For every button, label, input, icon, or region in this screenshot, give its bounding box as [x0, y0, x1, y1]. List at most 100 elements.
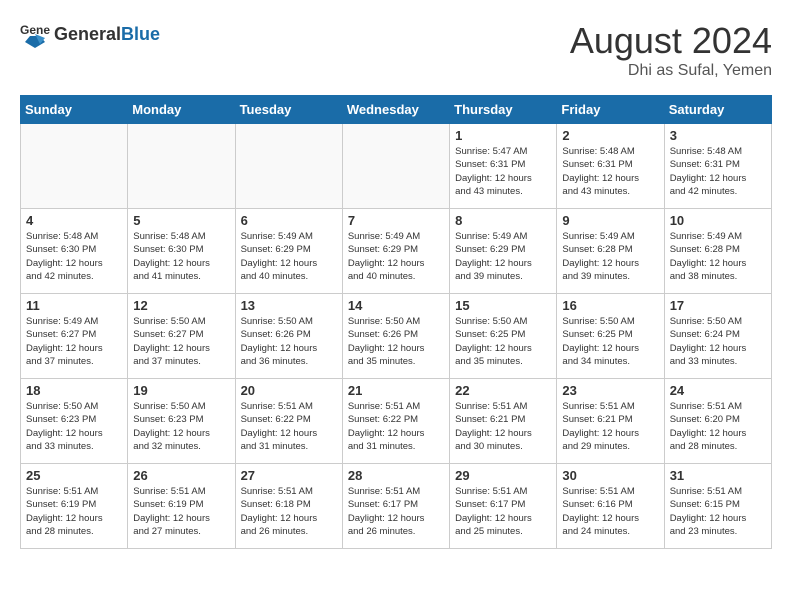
day-info: Sunrise: 5:49 AM Sunset: 6:27 PM Dayligh… — [26, 315, 122, 368]
calendar-cell: 8Sunrise: 5:49 AM Sunset: 6:29 PM Daylig… — [450, 209, 557, 294]
day-info: Sunrise: 5:51 AM Sunset: 6:17 PM Dayligh… — [348, 485, 444, 538]
week-row-3: 11 Sunrise: 5:49 AM Sunset: 6:27 PM Dayli… — [21, 294, 772, 379]
week-row-5: 25 Sunrise: 5:51 AM Sunset: 6:19 PM Dayli… — [21, 464, 772, 549]
month-year: August 2024 — [570, 20, 772, 62]
day-number: 3 — [670, 128, 766, 143]
day-number: 13 — [241, 298, 337, 313]
calendar-cell: 24 Sunrise: 5:51 AM Sunset: 6:20 PM Dayli… — [664, 379, 771, 464]
day-number: 6 — [241, 213, 337, 228]
day-number: 8 — [455, 213, 551, 228]
day-info: Sunrise: 5:48 AM Sunset: 6:30 PM Dayligh… — [26, 230, 122, 283]
calendar-cell: 15Sunrise: 5:50 AM Sunset: 6:25 PM Dayli… — [450, 294, 557, 379]
day-info: Sunrise: 5:51 AM Sunset: 6:19 PM Dayligh… — [133, 485, 229, 538]
day-number: 23 — [562, 383, 658, 398]
day-number: 26 — [133, 468, 229, 483]
calendar-cell — [128, 124, 235, 209]
day-info: Sunrise: 5:50 AM Sunset: 6:23 PM Dayligh… — [26, 400, 122, 453]
calendar-cell: 6 Sunrise: 5:49 AM Sunset: 6:29 PM Daylig… — [235, 209, 342, 294]
calendar-cell: 3Sunrise: 5:48 AM Sunset: 6:31 PM Daylig… — [664, 124, 771, 209]
day-info: Sunrise: 5:51 AM Sunset: 6:21 PM Dayligh… — [455, 400, 551, 453]
calendar-cell: 13Sunrise: 5:50 AM Sunset: 6:26 PM Dayli… — [235, 294, 342, 379]
calendar-header-row: SundayMondayTuesdayWednesdayThursdayFrid… — [21, 96, 772, 124]
week-row-2: 4 Sunrise: 5:48 AM Sunset: 6:30 PM Daylig… — [21, 209, 772, 294]
calendar-cell: 1 Sunrise: 5:47 AM Sunset: 6:31 PM Daylig… — [450, 124, 557, 209]
day-number: 18 — [26, 383, 122, 398]
day-number: 30 — [562, 468, 658, 483]
calendar-cell: 21 Sunrise: 5:51 AM Sunset: 6:22 PM Dayli… — [342, 379, 449, 464]
day-header-friday: Friday — [557, 96, 664, 124]
day-info: Sunrise: 5:48 AM Sunset: 6:31 PM Dayligh… — [562, 145, 658, 198]
logo-icon: General — [20, 20, 50, 48]
svg-text:General: General — [20, 23, 50, 37]
calendar-cell: 20 Sunrise: 5:51 AM Sunset: 6:22 PM Dayli… — [235, 379, 342, 464]
day-info: Sunrise: 5:50 AM Sunset: 6:25 PM Dayligh… — [562, 315, 658, 368]
day-number: 21 — [348, 383, 444, 398]
day-number: 10 — [670, 213, 766, 228]
day-number: 22 — [455, 383, 551, 398]
day-number: 7 — [348, 213, 444, 228]
day-info: Sunrise: 5:51 AM Sunset: 6:20 PM Dayligh… — [670, 400, 766, 453]
day-info: Sunrise: 5:50 AM Sunset: 6:25 PM Dayligh… — [455, 315, 551, 368]
calendar-cell: 9 Sunrise: 5:49 AM Sunset: 6:28 PM Daylig… — [557, 209, 664, 294]
logo-text: GeneralBlue — [54, 24, 160, 45]
day-number: 4 — [26, 213, 122, 228]
day-number: 24 — [670, 383, 766, 398]
calendar-cell: 16Sunrise: 5:50 AM Sunset: 6:25 PM Dayli… — [557, 294, 664, 379]
week-row-4: 18 Sunrise: 5:50 AM Sunset: 6:23 PM Dayli… — [21, 379, 772, 464]
calendar-cell: 26 Sunrise: 5:51 AM Sunset: 6:19 PM Dayli… — [128, 464, 235, 549]
calendar-cell: 23 Sunrise: 5:51 AM Sunset: 6:21 PM Dayli… — [557, 379, 664, 464]
day-info: Sunrise: 5:50 AM Sunset: 6:26 PM Dayligh… — [348, 315, 444, 368]
calendar-cell: 28 Sunrise: 5:51 AM Sunset: 6:17 PM Dayli… — [342, 464, 449, 549]
day-info: Sunrise: 5:51 AM Sunset: 6:15 PM Dayligh… — [670, 485, 766, 538]
day-info: Sunrise: 5:49 AM Sunset: 6:29 PM Dayligh… — [348, 230, 444, 283]
day-number: 25 — [26, 468, 122, 483]
day-number: 20 — [241, 383, 337, 398]
calendar-cell: 31Sunrise: 5:51 AM Sunset: 6:15 PM Dayli… — [664, 464, 771, 549]
day-info: Sunrise: 5:51 AM Sunset: 6:19 PM Dayligh… — [26, 485, 122, 538]
calendar-cell: 11 Sunrise: 5:49 AM Sunset: 6:27 PM Dayli… — [21, 294, 128, 379]
calendar-cell: 5 Sunrise: 5:48 AM Sunset: 6:30 PM Daylig… — [128, 209, 235, 294]
calendar-cell — [342, 124, 449, 209]
day-number: 11 — [26, 298, 122, 313]
day-info: Sunrise: 5:51 AM Sunset: 6:21 PM Dayligh… — [562, 400, 658, 453]
day-info: Sunrise: 5:51 AM Sunset: 6:17 PM Dayligh… — [455, 485, 551, 538]
day-info: Sunrise: 5:47 AM Sunset: 6:31 PM Dayligh… — [455, 145, 551, 198]
day-number: 19 — [133, 383, 229, 398]
day-number: 17 — [670, 298, 766, 313]
day-info: Sunrise: 5:50 AM Sunset: 6:24 PM Dayligh… — [670, 315, 766, 368]
calendar-cell: 22 Sunrise: 5:51 AM Sunset: 6:21 PM Dayli… — [450, 379, 557, 464]
day-info: Sunrise: 5:49 AM Sunset: 6:28 PM Dayligh… — [670, 230, 766, 283]
calendar-cell: 2 Sunrise: 5:48 AM Sunset: 6:31 PM Daylig… — [557, 124, 664, 209]
day-header-sunday: Sunday — [21, 96, 128, 124]
calendar-cell: 29 Sunrise: 5:51 AM Sunset: 6:17 PM Dayli… — [450, 464, 557, 549]
calendar-cell: 27Sunrise: 5:51 AM Sunset: 6:18 PM Dayli… — [235, 464, 342, 549]
calendar-cell: 19Sunrise: 5:50 AM Sunset: 6:23 PM Dayli… — [128, 379, 235, 464]
day-header-wednesday: Wednesday — [342, 96, 449, 124]
day-info: Sunrise: 5:49 AM Sunset: 6:28 PM Dayligh… — [562, 230, 658, 283]
day-info: Sunrise: 5:51 AM Sunset: 6:22 PM Dayligh… — [348, 400, 444, 453]
header: General GeneralBlue August 2024 Dhi as S… — [20, 20, 772, 80]
day-number: 1 — [455, 128, 551, 143]
day-info: Sunrise: 5:50 AM Sunset: 6:27 PM Dayligh… — [133, 315, 229, 368]
day-number: 14 — [348, 298, 444, 313]
day-info: Sunrise: 5:51 AM Sunset: 6:22 PM Dayligh… — [241, 400, 337, 453]
day-number: 29 — [455, 468, 551, 483]
day-info: Sunrise: 5:51 AM Sunset: 6:18 PM Dayligh… — [241, 485, 337, 538]
day-number: 28 — [348, 468, 444, 483]
calendar-cell: 30Sunrise: 5:51 AM Sunset: 6:16 PM Dayli… — [557, 464, 664, 549]
day-header-thursday: Thursday — [450, 96, 557, 124]
day-number: 2 — [562, 128, 658, 143]
day-number: 5 — [133, 213, 229, 228]
title-area: August 2024 Dhi as Sufal, Yemen — [570, 20, 772, 80]
day-info: Sunrise: 5:49 AM Sunset: 6:29 PM Dayligh… — [241, 230, 337, 283]
calendar-cell: 7 Sunrise: 5:49 AM Sunset: 6:29 PM Daylig… — [342, 209, 449, 294]
location: Dhi as Sufal, Yemen — [570, 62, 772, 80]
day-number: 9 — [562, 213, 658, 228]
calendar-cell: 17 Sunrise: 5:50 AM Sunset: 6:24 PM Dayli… — [664, 294, 771, 379]
calendar-cell: 25 Sunrise: 5:51 AM Sunset: 6:19 PM Dayli… — [21, 464, 128, 549]
day-header-saturday: Saturday — [664, 96, 771, 124]
calendar-cell: 12Sunrise: 5:50 AM Sunset: 6:27 PM Dayli… — [128, 294, 235, 379]
day-header-tuesday: Tuesday — [235, 96, 342, 124]
calendar-cell: 10 Sunrise: 5:49 AM Sunset: 6:28 PM Dayli… — [664, 209, 771, 294]
day-info: Sunrise: 5:48 AM Sunset: 6:30 PM Dayligh… — [133, 230, 229, 283]
